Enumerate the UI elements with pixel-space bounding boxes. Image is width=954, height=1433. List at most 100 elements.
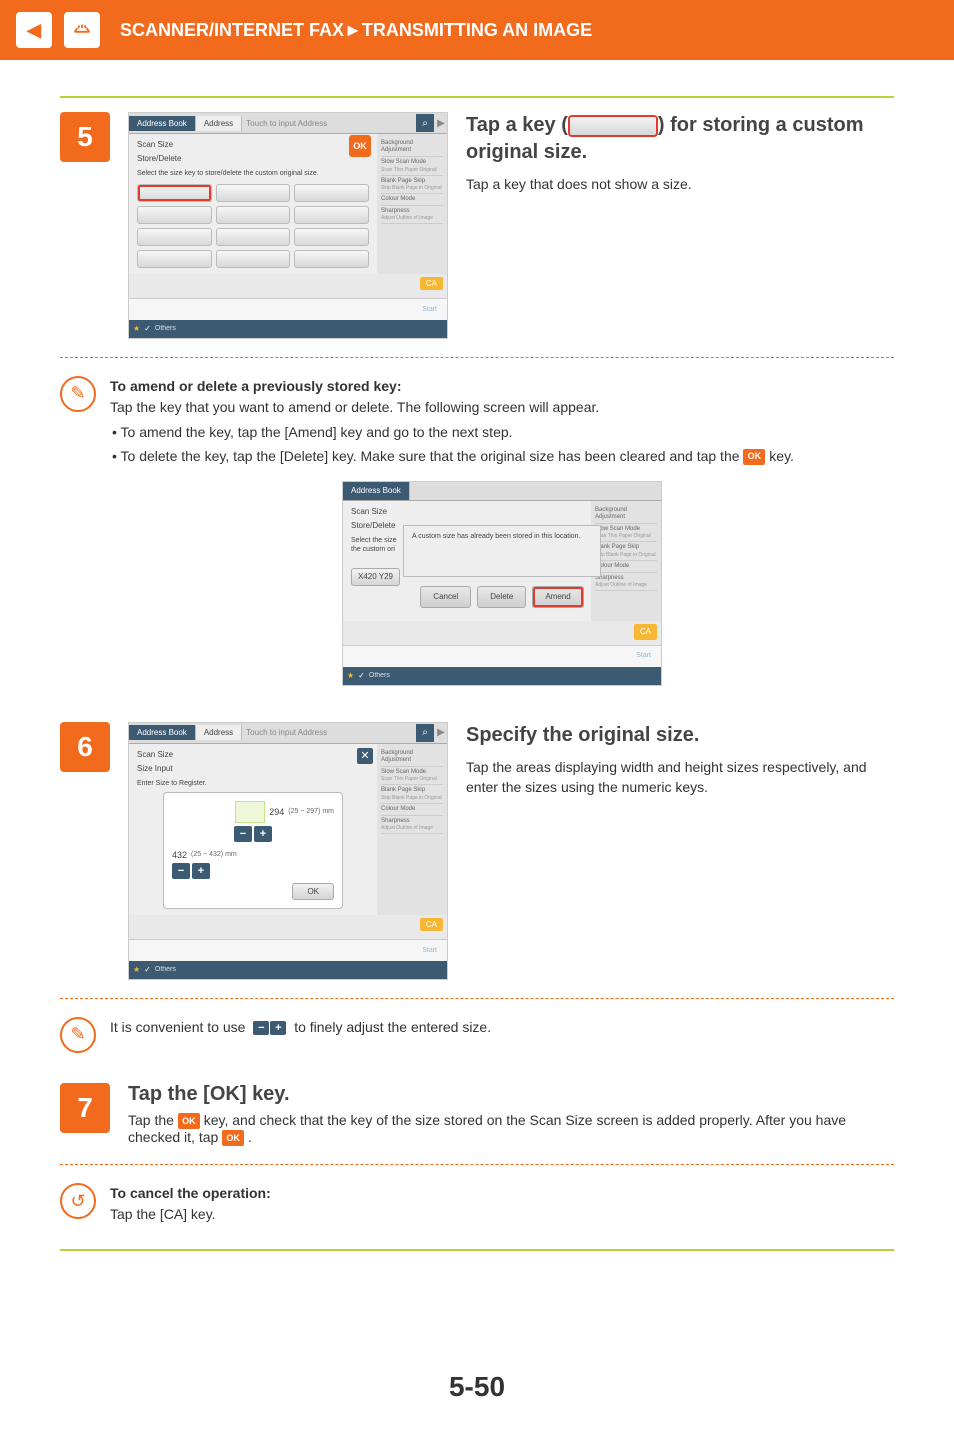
divider	[60, 1249, 894, 1251]
size-slot[interactable]	[137, 206, 212, 224]
step-number-7: 7	[60, 1083, 110, 1133]
ok-icon: OK	[222, 1130, 244, 1146]
prev-page-icon[interactable]: ◀	[16, 12, 52, 48]
dashed-divider	[60, 1164, 894, 1165]
step-number-6: 6	[60, 722, 110, 772]
address-hint: Touch to input Address	[242, 725, 415, 740]
check-icon[interactable]: ✓	[358, 670, 365, 682]
amend-li1: • To amend the key, tap the [Amend] key …	[110, 422, 894, 443]
amend-button[interactable]: Amend	[532, 586, 583, 608]
step6-title: Specify the original size.	[466, 722, 894, 749]
breadcrumb: SCANNER/INTERNET FAX►TRANSMITTING AN IMA…	[120, 20, 592, 41]
mock5-subtitle: Select the size key to store/delete the …	[137, 169, 369, 178]
scanner-icon	[64, 12, 100, 48]
size-slot[interactable]	[216, 184, 291, 202]
step5-desc: Tap a key that does not show a size.	[466, 174, 894, 194]
ca-button[interactable]: CA	[420, 918, 443, 931]
page-number: 5-50	[60, 1371, 894, 1403]
header-bar: ◀ SCANNER/INTERNET FAX►TRANSMITTING AN I…	[0, 0, 954, 60]
ca-button[interactable]: CA	[420, 277, 443, 290]
dashed-divider	[60, 998, 894, 999]
size-slot[interactable]	[137, 228, 212, 246]
stored-key[interactable]: X420 Y29	[351, 568, 400, 586]
right-panel-item[interactable]: Background Adjustment	[381, 138, 443, 157]
size-slot[interactable]	[216, 206, 291, 224]
screen-mock-5: Address Book Address Touch to input Addr…	[128, 112, 448, 339]
address-hint: Touch to input Address	[242, 116, 415, 131]
star-icon[interactable]: ★	[133, 965, 140, 974]
pencil-icon: ✎	[60, 1017, 96, 1053]
pencil-icon: ✎	[60, 376, 96, 412]
size-slot[interactable]	[294, 228, 369, 246]
start-button[interactable]: Start	[636, 651, 651, 662]
step5-title: Tap a key () for storing a custom origin…	[466, 112, 894, 166]
cancel-button[interactable]: Cancel	[420, 586, 471, 608]
popup-msg: A custom size has already been stored in…	[412, 532, 592, 543]
right-panel-item[interactable]: SharpnessAdjust Outline of Image	[381, 206, 443, 224]
plus-button[interactable]: +	[192, 863, 210, 879]
mock5-line2: Store/Delete	[137, 154, 369, 164]
blank-key-icon	[568, 115, 658, 137]
others-label[interactable]: Others	[155, 325, 176, 332]
size-slot[interactable]	[137, 250, 212, 268]
amend-note: ✎ To amend or delete a previously stored…	[60, 376, 894, 686]
tab-address-book[interactable]: Address Book	[343, 482, 410, 500]
width-range: (25 ~ 297) mm	[288, 808, 334, 815]
mock5-line1: Scan Size	[137, 140, 369, 150]
cancel-body: Tap the [CA] key.	[110, 1204, 894, 1225]
tab-address-book[interactable]: Address Book	[129, 725, 196, 740]
panel-arrow-icon[interactable]: ▶	[435, 727, 447, 738]
width-value[interactable]: 294	[269, 807, 284, 817]
tab-address[interactable]: Address	[196, 725, 242, 740]
ok-icon: OK	[178, 1113, 200, 1129]
ok-button[interactable]: OK	[349, 135, 371, 157]
height-range: (25 ~ 432) mm	[191, 851, 237, 858]
right-panel-item[interactable]: Slow Scan ModeScan Thin Paper Original	[381, 157, 443, 175]
delete-button[interactable]: Delete	[477, 586, 526, 608]
step-7: 7 Tap the [OK] key. Tap the OK key, and …	[60, 1083, 894, 1147]
divider	[60, 96, 894, 98]
tab-address-book[interactable]: Address Book	[129, 116, 196, 131]
back-icon: ↺	[60, 1183, 96, 1219]
star-icon[interactable]: ★	[347, 670, 354, 682]
minus-button[interactable]: −	[234, 826, 252, 842]
step-number-5: 5	[60, 112, 110, 162]
ok-button[interactable]: OK	[292, 883, 334, 900]
tab-address[interactable]: Address	[196, 116, 242, 131]
search-icon[interactable]: ⌕	[416, 114, 434, 132]
size-slot[interactable]	[137, 184, 212, 202]
right-panel-item[interactable]: Colour Mode	[381, 194, 443, 206]
size-slot[interactable]	[294, 206, 369, 224]
minus-button[interactable]: −	[172, 863, 190, 879]
amend-heading: To amend or delete a previously stored k…	[110, 378, 402, 394]
step7-desc: Tap the OK key, and check that the key o…	[128, 1112, 894, 1147]
cancel-note: ↺ To cancel the operation: Tap the [CA] …	[60, 1183, 894, 1225]
close-icon[interactable]: ✕	[357, 748, 373, 764]
ca-button[interactable]: CA	[634, 624, 657, 640]
screen-mock-amend: Address Book Scan Size Store/Delete Sele…	[342, 481, 662, 686]
size-slot[interactable]	[294, 184, 369, 202]
screen-mock-6: Address Book Address Touch to input Addr…	[128, 722, 448, 980]
start-button[interactable]: Start	[422, 947, 437, 954]
start-button[interactable]: Start	[422, 306, 437, 313]
search-icon[interactable]: ⌕	[416, 724, 434, 742]
amend-li2: • To delete the key, tap the [Delete] ke…	[110, 446, 894, 467]
height-value[interactable]: 432	[172, 850, 187, 860]
step-5: 5 Address Book Address Touch to input Ad…	[60, 112, 894, 339]
fine-adjust-note: ✎ It is convenient to use −+ to finely a…	[60, 1017, 894, 1053]
size-slot[interactable]	[294, 250, 369, 268]
size-slot[interactable]	[216, 228, 291, 246]
check-icon[interactable]: ✓	[144, 324, 151, 333]
step-6: 6 Address Book Address Touch to input Ad…	[60, 722, 894, 980]
panel-arrow-icon[interactable]: ▶	[435, 118, 447, 129]
right-panel-item[interactable]: Blank Page SkipSkip Blank Page in Origin…	[381, 176, 443, 194]
amend-popup: A custom size has already been stored in…	[403, 525, 601, 577]
check-icon[interactable]: ✓	[144, 965, 151, 974]
cancel-heading: To cancel the operation:	[110, 1185, 271, 1201]
amend-line1: Tap the key that you want to amend or de…	[110, 397, 894, 418]
plus-button[interactable]: +	[254, 826, 272, 842]
step7-title: Tap the [OK] key.	[128, 1083, 894, 1106]
ok-icon: OK	[743, 449, 765, 465]
star-icon[interactable]: ★	[133, 324, 140, 333]
size-slot[interactable]	[216, 250, 291, 268]
